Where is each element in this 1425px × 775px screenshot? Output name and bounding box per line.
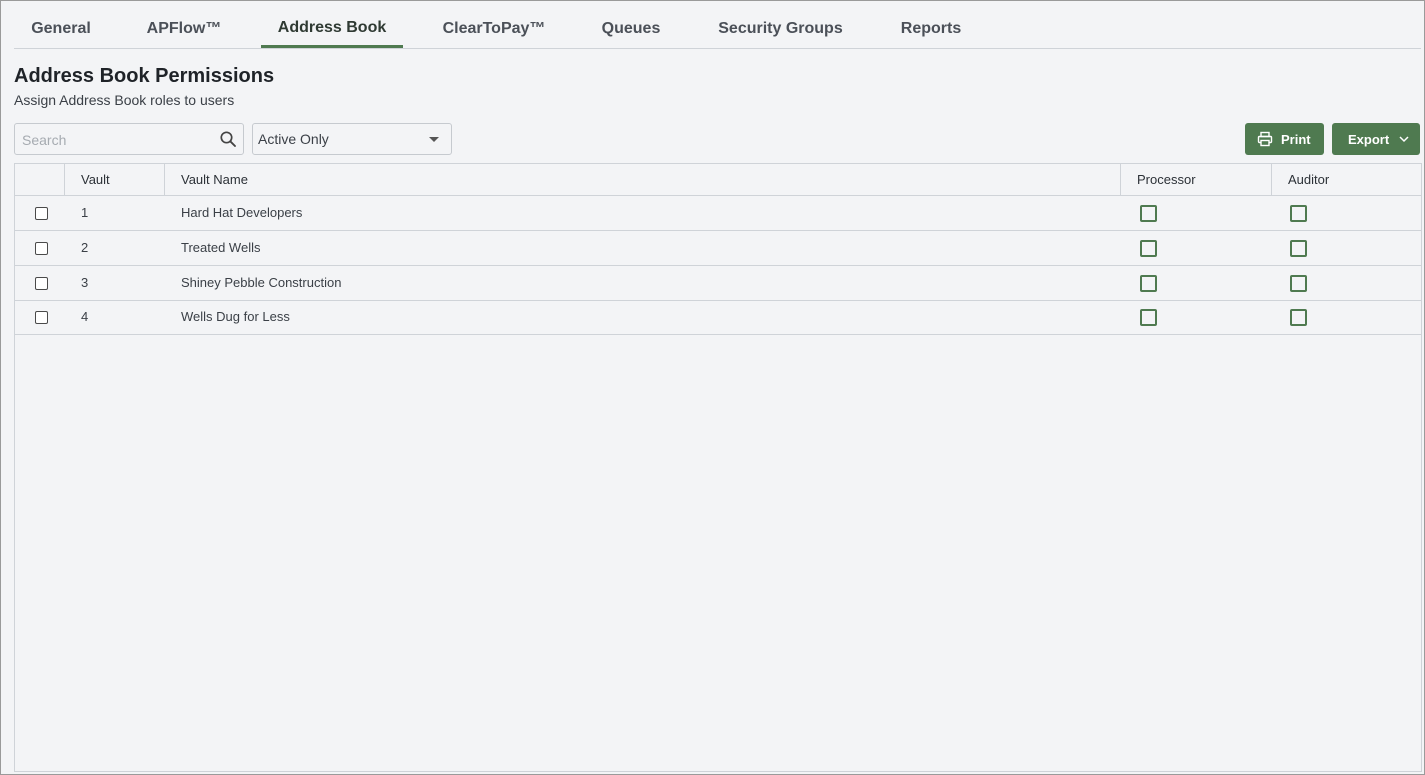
processor-checkbox[interactable] xyxy=(1140,275,1157,292)
export-button[interactable]: Export xyxy=(1332,123,1420,155)
auditor-checkbox[interactable] xyxy=(1290,240,1307,257)
column-header-auditor[interactable]: Auditor xyxy=(1271,164,1422,195)
processor-checkbox[interactable] xyxy=(1140,205,1157,222)
auditor-checkbox[interactable] xyxy=(1290,309,1307,326)
table-row: 4 Wells Dug for Less xyxy=(15,300,1421,335)
vault-name: Hard Hat Developers xyxy=(181,205,303,220)
table-row: 3 Shiney Pebble Construction xyxy=(15,266,1421,301)
printer-icon xyxy=(1257,131,1273,147)
vault-name: Treated Wells xyxy=(181,240,261,255)
tab-apflow[interactable]: APFlow™ xyxy=(130,9,238,48)
print-label: Print xyxy=(1281,132,1311,147)
vault-number: 4 xyxy=(81,309,89,324)
print-button[interactable]: Print xyxy=(1245,123,1324,155)
row-select-checkbox[interactable] xyxy=(35,311,48,324)
row-select-checkbox[interactable] xyxy=(35,242,48,255)
search-input[interactable] xyxy=(20,128,214,152)
chevron-down-icon xyxy=(1399,136,1409,143)
table-row: 2 Treated Wells xyxy=(15,231,1421,266)
vault-number: 1 xyxy=(81,205,89,220)
app-window: General APFlow™ Address Book ClearToPay™… xyxy=(0,0,1425,775)
table-header: Vault Vault Name Processor Auditor xyxy=(15,164,1421,196)
page-title: Address Book Permissions xyxy=(14,65,275,87)
page-subtitle: Assign Address Book roles to users xyxy=(14,92,235,108)
search-box xyxy=(14,123,244,155)
auditor-checkbox[interactable] xyxy=(1290,205,1307,222)
processor-checkbox[interactable] xyxy=(1140,240,1157,257)
tab-cleartopay[interactable]: ClearToPay™ xyxy=(427,9,561,48)
column-header-vault-name[interactable]: Vault Name xyxy=(164,164,1121,195)
status-filter-dropdown[interactable]: Active Only xyxy=(252,123,452,155)
auditor-checkbox[interactable] xyxy=(1290,275,1307,292)
tab-bar: General APFlow™ Address Book ClearToPay™… xyxy=(14,9,1421,49)
tab-security-groups[interactable]: Security Groups xyxy=(705,9,856,48)
column-header-vault[interactable]: Vault xyxy=(64,164,165,195)
vault-number: 3 xyxy=(81,275,89,290)
row-select-checkbox[interactable] xyxy=(35,277,48,290)
column-header-processor[interactable]: Processor xyxy=(1120,164,1271,195)
search-icon[interactable] xyxy=(219,130,237,148)
tab-reports[interactable]: Reports xyxy=(885,9,977,48)
processor-checkbox[interactable] xyxy=(1140,309,1157,326)
vault-number: 2 xyxy=(81,240,89,255)
status-filter-value: Active Only xyxy=(258,131,329,147)
tab-queues[interactable]: Queues xyxy=(587,9,675,48)
vault-name: Wells Dug for Less xyxy=(181,309,290,324)
caret-down-icon xyxy=(429,137,439,142)
tab-address-book[interactable]: Address Book xyxy=(261,9,403,48)
table-row: 1 Hard Hat Developers xyxy=(15,196,1421,231)
tab-general[interactable]: General xyxy=(14,9,108,48)
vault-name: Shiney Pebble Construction xyxy=(181,275,342,290)
permissions-table: Vault Vault Name Processor Auditor 1 Har… xyxy=(14,163,1422,772)
row-select-checkbox[interactable] xyxy=(35,207,48,220)
export-label: Export xyxy=(1348,132,1390,147)
